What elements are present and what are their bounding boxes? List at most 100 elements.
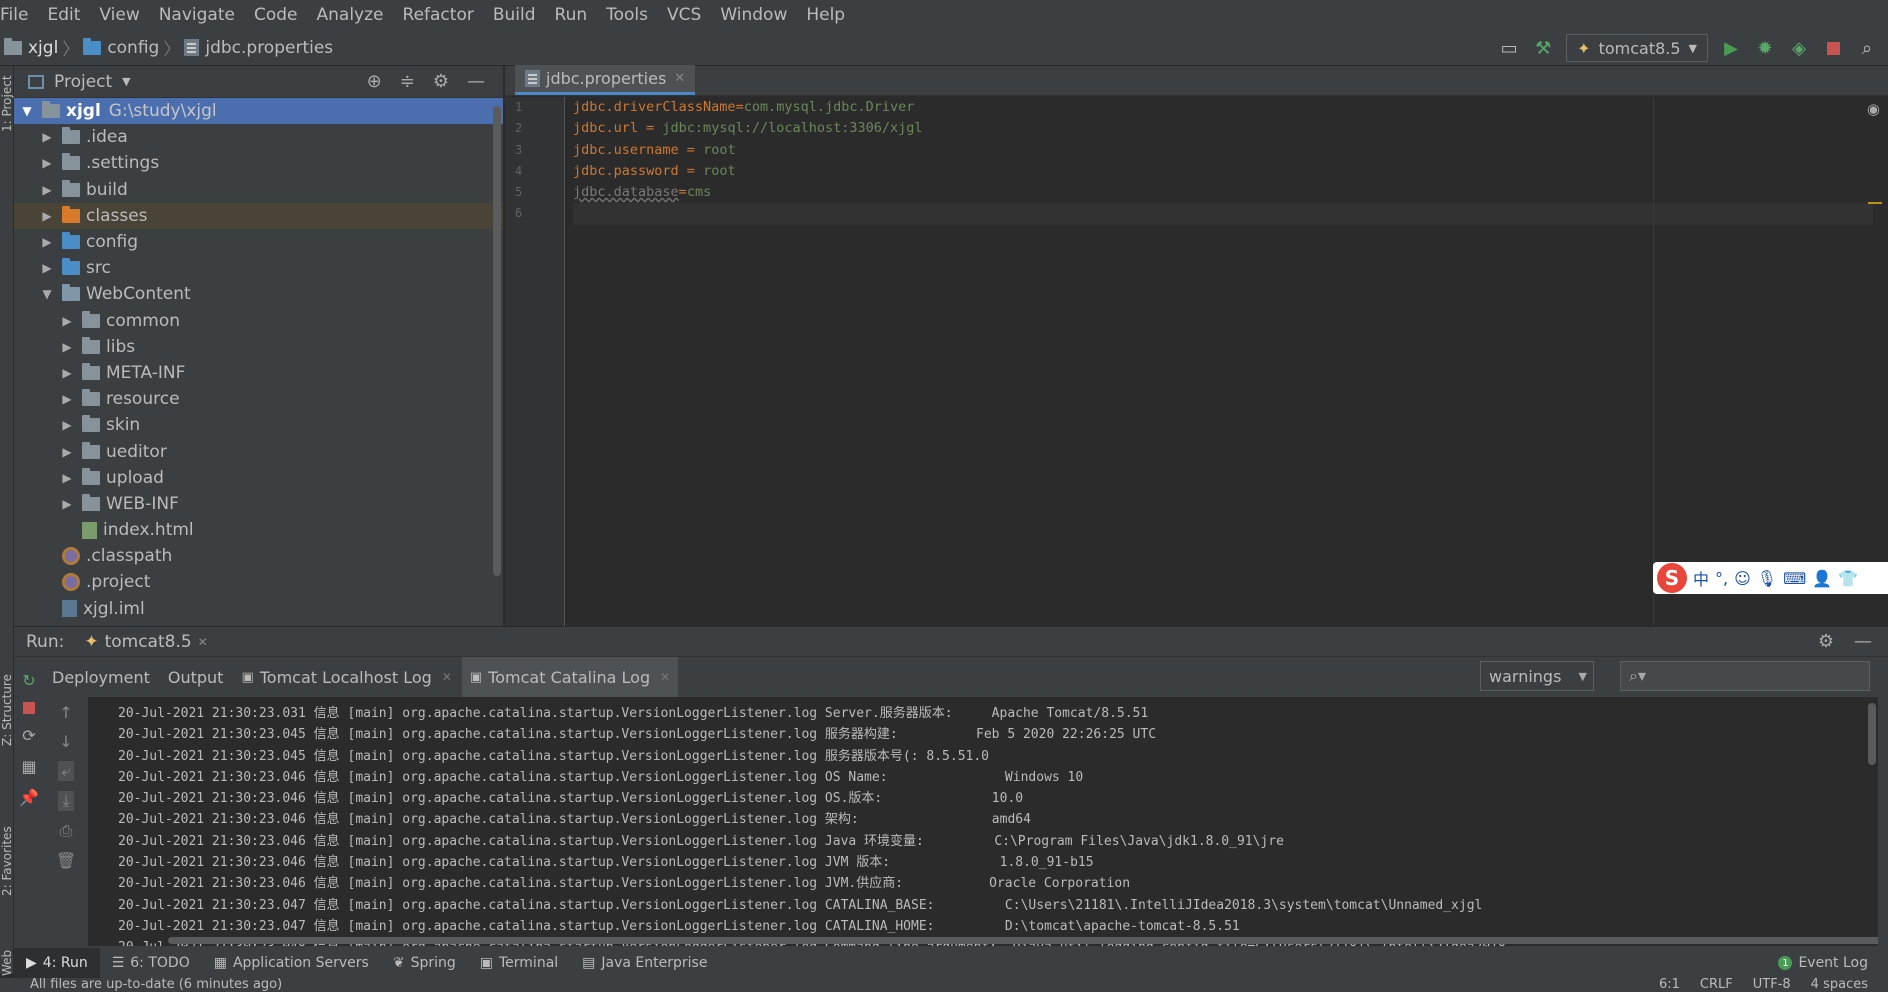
menu-item-build[interactable]: Build	[484, 0, 546, 30]
chevron-right-icon[interactable]: ▶	[38, 209, 56, 223]
chevron-right-icon[interactable]: ▶	[38, 156, 56, 170]
menu-item-vcs[interactable]: VCS	[658, 0, 711, 30]
stop-icon[interactable]	[1822, 37, 1844, 59]
sogou-logo-icon[interactable]: S	[1657, 563, 1687, 593]
console-output[interactable]: 20-Jul-2021 21:30:23.031 信息 [main] org.a…	[88, 697, 1878, 946]
tree-item[interactable]: ▶ upload	[14, 465, 503, 491]
bottom-tab[interactable]: ▤ Java Enterprise	[570, 948, 719, 978]
menu-item-tools[interactable]: Tools	[597, 0, 658, 30]
chevron-right-icon[interactable]: ▶	[58, 392, 76, 406]
shirt-icon[interactable]: 👕	[1838, 569, 1858, 588]
bottom-tab[interactable]: ☰ 6: TODO	[100, 948, 202, 978]
ime-toolbar[interactable]: S 中 °, ☺ 🎙 ⌨ 👤 👕	[1653, 562, 1888, 594]
bottom-tab[interactable]: ▶ 4: Run	[14, 948, 100, 978]
rerun-icon[interactable]: ↻	[22, 671, 35, 690]
console-search-input[interactable]: ⌕▾	[1620, 661, 1870, 691]
tree-item[interactable]: ▶ resource	[14, 386, 503, 412]
bottom-tab[interactable]: ▦ Application Servers	[202, 948, 381, 978]
menu-item-analyze[interactable]: Analyze	[308, 0, 394, 30]
print-icon[interactable]: ⎙	[60, 821, 73, 841]
chevron-right-icon[interactable]: ▶	[58, 497, 76, 511]
run-configuration-select[interactable]: ✦ tomcat8.5 ▼	[1566, 34, 1708, 62]
build-hammer-icon[interactable]: ⚒	[1532, 37, 1554, 59]
menu-item-help[interactable]: Help	[797, 0, 855, 30]
bottom-tab[interactable]: ❦ Spring	[381, 948, 468, 978]
caret-position[interactable]: 6:1	[1659, 978, 1680, 992]
tree-item[interactable]: xjgl.iml	[14, 596, 503, 622]
chevron-right-icon[interactable]: ▶	[58, 471, 76, 485]
layout-icon[interactable]: ▦	[21, 757, 36, 776]
menu-item-code[interactable]: Code	[245, 0, 308, 30]
tree-item[interactable]: ▶ skin	[14, 412, 503, 438]
run-tab-tomcat[interactable]: ✦ tomcat8.5 ✕	[84, 632, 207, 652]
run-sub-tab[interactable]: Deployment	[44, 657, 158, 697]
breadcrumb-folder[interactable]: config	[107, 38, 159, 58]
menu-item-window[interactable]: Window	[711, 0, 797, 30]
chevron-right-icon[interactable]: ▶	[58, 445, 76, 459]
structure-tool-label[interactable]: Z: Structure	[0, 674, 14, 746]
console-hscrollbar[interactable]	[168, 937, 1878, 944]
tree-item[interactable]: .classpath	[14, 543, 503, 569]
chevron-down-icon[interactable]: ▼	[38, 287, 56, 301]
web-tool-label[interactable]: Web	[0, 950, 14, 976]
search-icon[interactable]: ⌕	[1856, 37, 1878, 59]
editor-tab-jdbc-properties[interactable]: jdbc.properties ✕	[515, 65, 696, 95]
soft-wrap-icon[interactable]: ⤶	[57, 761, 75, 781]
debug-icon[interactable]: ✹	[1754, 37, 1776, 59]
close-icon[interactable]: ✕	[660, 670, 670, 684]
tree-item[interactable]: ▼ WebContent	[14, 281, 503, 307]
run-sub-tab[interactable]: ▣ Tomcat Localhost Log ✕	[233, 657, 459, 697]
code-line[interactable]: jdbc.url = jdbc:mysql://localhost:3306/x…	[573, 118, 1873, 139]
tree-item[interactable]: ▶ .settings	[14, 150, 503, 176]
breadcrumb-file[interactable]: jdbc.properties	[205, 38, 333, 58]
chevron-right-icon[interactable]: ▶	[38, 183, 56, 197]
microphone-icon[interactable]: 🎙	[1757, 569, 1777, 588]
code-area[interactable]: jdbc.driverClassName=com.mysql.jdbc.Driv…	[573, 97, 1873, 225]
trash-icon[interactable]: 🗑	[56, 851, 76, 870]
code-line[interactable]: jdbc.database=cms	[573, 182, 1873, 203]
tree-item[interactable]: ▶ WEB-INF	[14, 491, 503, 517]
up-arrow-icon[interactable]: ↑	[59, 703, 72, 722]
breadcrumb-project[interactable]: xjgl	[28, 38, 58, 58]
chevron-down-icon[interactable]: ▼	[18, 104, 36, 118]
user-icon[interactable]: 👤	[1812, 569, 1832, 588]
scroll-to-end-icon[interactable]: ⤓	[58, 791, 74, 811]
console-scrollbar[interactable]	[1868, 703, 1876, 765]
run-icon[interactable]: ▶	[1720, 37, 1742, 59]
tree-item[interactable]: ▶ libs	[14, 334, 503, 360]
tree-item[interactable]: ▶ common	[14, 308, 503, 334]
chevron-right-icon[interactable]: ▶	[38, 235, 56, 249]
tree-item[interactable]: ▶ config	[14, 229, 503, 255]
tree-item[interactable]: ▶ classes	[14, 202, 503, 229]
run-sub-tab[interactable]: ▣ Tomcat Catalina Log ✕	[461, 657, 679, 697]
run-sub-tab[interactable]: Output	[160, 657, 232, 697]
menu-item-file[interactable]: File	[0, 0, 38, 30]
tree-item[interactable]: index.html	[14, 517, 503, 543]
emoji-icon[interactable]: ☺	[1734, 569, 1751, 588]
chevron-right-icon[interactable]: ▶	[38, 130, 56, 144]
down-arrow-icon[interactable]: ↓	[59, 732, 72, 751]
code-line[interactable]: jdbc.driverClassName=com.mysql.jdbc.Driv…	[573, 97, 1873, 118]
close-icon[interactable]: ✕	[674, 71, 685, 86]
tree-item[interactable]: ▶ META-INF	[14, 360, 503, 386]
minimize-icon[interactable]: —	[467, 71, 485, 92]
code-line[interactable]: jdbc.username = root	[573, 140, 1873, 161]
line-separator[interactable]: CRLF	[1700, 978, 1733, 992]
menu-item-refactor[interactable]: Refactor	[394, 0, 484, 30]
coverage-icon[interactable]: ◈	[1788, 37, 1810, 59]
code-line[interactable]: jdbc.password = root	[573, 161, 1873, 182]
collapse-all-icon[interactable]: ≑	[400, 71, 415, 92]
chevron-right-icon[interactable]: ▶	[38, 261, 56, 275]
close-icon[interactable]: ✕	[198, 635, 208, 649]
menu-item-view[interactable]: View	[90, 0, 149, 30]
tree-item[interactable]: ▶ build	[14, 177, 503, 203]
favorites-tool-label[interactable]: 2: Favorites	[0, 826, 14, 896]
bottom-tab[interactable]: ▣ Terminal	[468, 948, 570, 978]
menu-item-edit[interactable]: Edit	[38, 0, 90, 30]
menu-item-navigate[interactable]: Navigate	[150, 0, 245, 30]
project-tool-label[interactable]: 1: Project	[0, 75, 14, 132]
tree-item[interactable]: .project	[14, 569, 503, 595]
log-filter-select[interactable]: warnings ▼	[1480, 661, 1594, 691]
event-log-button[interactable]: 1 Event Log	[1778, 955, 1888, 971]
punctuation-icon[interactable]: °,	[1715, 569, 1728, 588]
